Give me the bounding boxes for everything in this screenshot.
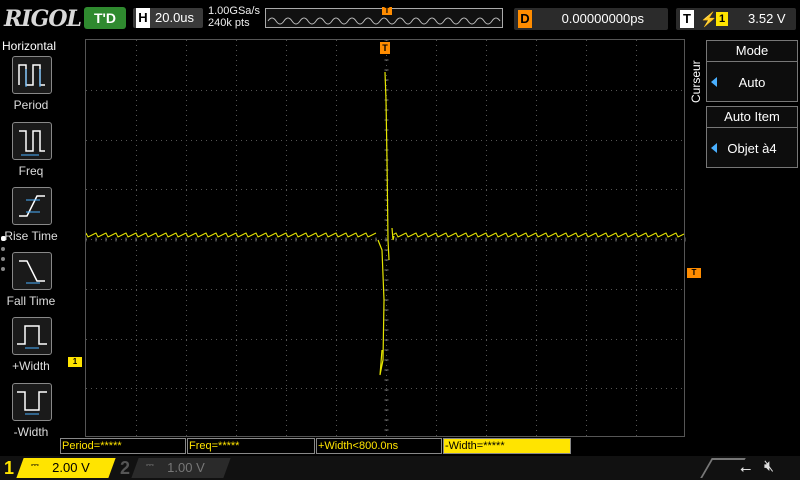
measurement-minus-width[interactable]: -Width=***** [443,438,571,454]
cursor-mode-softkey[interactable]: Mode Auto [706,40,798,102]
ch2-scale-box[interactable]: ⎓ 1.00 V [131,458,231,478]
timebase-letter: H [136,8,150,28]
menu-title: Horizontal [2,39,57,53]
softkey-value: Objet à4 [727,141,777,156]
menu-item-plus-width[interactable]: +Width [0,317,62,379]
trigger-indicator[interactable]: T ⚡ 1 3.52 V [676,8,796,30]
cursor-auto-item-softkey[interactable]: Auto Item Objet à4 [706,106,798,168]
mute-icon[interactable]: 🔇︎ [764,458,774,476]
timebase-value: 20.0us [155,10,195,25]
run-status-badge[interactable]: T'D [84,7,126,29]
trigger-source: 1 [716,12,728,26]
freq-icon [12,122,52,160]
softkey-divider [707,127,797,128]
measurement-period[interactable]: Period=***** [60,438,186,454]
minus-width-icon [12,383,52,421]
delay-value: 0.00000000ps [561,11,644,26]
fall-time-icon [12,252,52,290]
softkey-value: Auto [738,75,766,90]
softkey-divider [707,61,797,62]
cursor-menu-title: Curseur [689,60,703,104]
menu-item-fall-time[interactable]: Fall Time [0,252,62,314]
rise-time-icon [12,187,52,225]
menu-item-label: Fall Time [6,294,56,308]
plus-width-icon [12,317,52,355]
menu-item-minus-width[interactable]: -Width [0,383,62,445]
softkey-title: Mode [735,43,769,58]
trigger-level-value: 3.52 V [748,11,786,26]
ch2-label[interactable]: 2 [120,458,130,479]
trigger-level-marker[interactable]: T [687,268,701,278]
ch1-scale-value: 2.00 V [52,460,90,475]
ch1-trace-right [393,232,685,238]
ch1-label[interactable]: 1 [4,458,14,479]
ch1-trace-spike-down [377,239,385,376]
menu-item-label: +Width [12,359,50,373]
trigger-position-marker[interactable]: T [380,42,390,54]
trigger-letter: T [680,10,694,28]
menu-item-period[interactable]: Period [0,56,62,118]
menu-item-label: Freq [18,164,44,178]
menu-item-freq[interactable]: Freq [0,122,62,184]
ch1-trace-left [86,232,377,238]
menu-item-label: Rise Time [4,229,58,243]
measurement-plus-width[interactable]: +Width<800.0ns [316,438,442,454]
sample-rate: 1.00GSa/s [208,5,260,17]
memory-depth: 240k pts [208,17,250,29]
dc-coupling-icon: ⎓ [145,460,154,471]
menu-item-label: Period [13,98,49,112]
period-icon [12,56,52,94]
memory-trigger-marker: T [382,7,392,15]
menu-item-rise-time[interactable]: Rise Time [0,187,62,249]
ch1-scale-box[interactable]: ⎓ 2.00 V [16,458,116,478]
rising-edge-icon: ⚡ [700,11,718,27]
softkey-title: Auto Item [724,109,780,124]
memory-overview-bar: T [265,7,503,28]
ch1-offset-marker[interactable]: 1 [68,357,82,367]
top-status-bar: RIGOL T'D H 20.0us 1.00GSa/s 240k pts T … [0,0,800,38]
delay-indicator[interactable]: D 0.00000000ps [514,8,668,30]
dc-coupling-icon: ⎓ [30,460,39,471]
usb-icon: ⭠ [740,460,752,476]
delay-letter: D [518,10,532,28]
measure-menu: Horizontal Period Freq Rise Time Fall Ti… [0,38,62,458]
acquisition-info: 1.00GSa/s 240k pts [208,5,260,29]
graticule-and-trace [86,40,686,438]
menu-item-label: -Width [13,425,49,439]
ch2-scale-value: 1.00 V [167,460,205,475]
waveform-display[interactable] [85,39,686,438]
measurement-freq[interactable]: Freq=***** [187,438,315,454]
rigol-logo: RIGOL [4,6,82,32]
timebase-indicator[interactable]: H 20.0us [133,8,203,28]
